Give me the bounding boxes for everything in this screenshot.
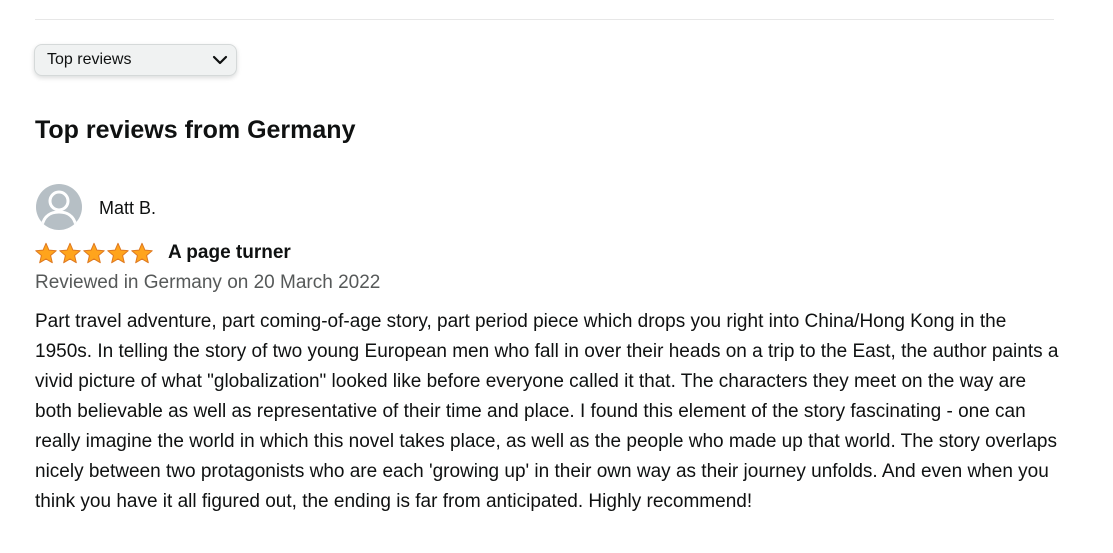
divider: [35, 19, 1054, 20]
reviewer-name[interactable]: Matt B.: [99, 198, 156, 219]
chevron-down-icon: [212, 55, 228, 65]
avatar[interactable]: [36, 184, 82, 230]
star-filled-icon: [35, 242, 57, 264]
star-filled-icon: [107, 242, 129, 264]
review-body: Part travel adventure, part coming-of-ag…: [35, 311, 1059, 512]
sort-reviews-dropdown[interactable]: Top reviews: [34, 44, 237, 76]
reviews-page: Top reviews Top reviews from Germany Mat…: [0, 0, 1113, 553]
review-date: Reviewed in Germany on 20 March 2022: [35, 272, 381, 293]
star-filled-icon: [59, 242, 81, 264]
sort-selected-label: Top reviews: [47, 51, 132, 68]
star-rating[interactable]: [34, 241, 156, 266]
review-title[interactable]: A page turner: [168, 242, 291, 264]
user-silhouette-icon: [40, 190, 78, 227]
star-filled-icon: [83, 242, 105, 264]
star-filled-icon: [131, 242, 153, 264]
section-title: Top reviews from Germany: [35, 116, 356, 144]
